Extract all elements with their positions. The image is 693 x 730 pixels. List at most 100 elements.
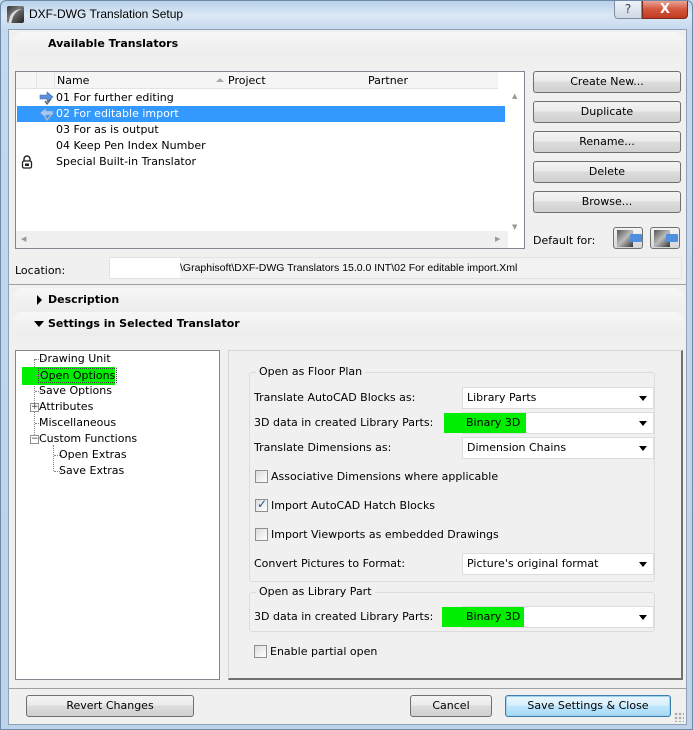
translator-name: 01 For further editing <box>56 91 174 104</box>
partial-open-label: Enable partial open <box>270 645 378 658</box>
partial-open-checkbox[interactable] <box>254 645 267 658</box>
list-item[interactable]: 04 Keep Pen Index Number <box>17 138 505 154</box>
convert-pictures-value: Picture's original format <box>467 557 599 570</box>
list-item[interactable]: 03 For as is output <box>17 122 505 138</box>
chevron-down-icon <box>639 562 647 567</box>
available-translators-header: Available Translators <box>13 32 683 56</box>
data-3d-value: Binary 3D <box>444 413 526 433</box>
tree-item-custom-functions[interactable]: Custom Functions <box>39 432 137 445</box>
translator-name: 02 For editable import <box>56 107 179 120</box>
location-path-field: \Graphisoft\DXF-DWG Translators 15.0.0 I… <box>109 257 682 279</box>
viewports-checkbox[interactable] <box>255 528 268 541</box>
sort-ascending-icon <box>216 78 224 82</box>
help-button[interactable]: ? <box>614 1 642 19</box>
lib-data-3d-dropdown[interactable]: Binary 3D <box>442 606 654 628</box>
list-item-selected[interactable]: 02 For editable import <box>17 106 505 122</box>
lock-icon <box>21 155 36 169</box>
arrow-right-check-icon <box>39 91 54 106</box>
cancel-button[interactable]: Cancel <box>410 695 492 717</box>
assoc-dims-label: Associative Dimensions where applicable <box>271 470 499 483</box>
floor-plan-group: Open as Floor Plan Translate AutoCAD Blo… <box>249 365 655 582</box>
convert-pictures-label: Convert Pictures to Format: <box>254 557 406 570</box>
section-divider <box>9 284 686 285</box>
tree-item-miscellaneous[interactable]: Miscellaneous <box>39 416 116 429</box>
open-options-panel: Open as Floor Plan Translate AutoCAD Blo… <box>228 350 683 680</box>
resize-grip[interactable] <box>674 712 684 722</box>
chevron-down-icon <box>639 615 647 620</box>
data-3d-dropdown[interactable]: Binary 3D <box>444 412 654 434</box>
close-button[interactable]: X <box>642 1 688 19</box>
translate-blocks-dropdown[interactable]: Library Parts <box>462 387 654 409</box>
save-settings-close-button[interactable]: Save Settings & Close <box>505 695 671 717</box>
tree-connector <box>53 445 54 471</box>
scroll-left-arrow-icon[interactable]: ◀ <box>21 235 26 243</box>
column-header-project[interactable]: Project <box>228 74 266 87</box>
expand-plus-icon[interactable]: + <box>30 403 39 412</box>
translator-list[interactable]: Name Project Partner 01 For further edit… <box>15 71 525 249</box>
create-new-button[interactable]: Create New... <box>533 71 681 93</box>
revert-changes-button[interactable]: Revert Changes <box>26 695 194 717</box>
default-for-open-button[interactable] <box>650 227 680 249</box>
translate-dims-label: Translate Dimensions as: <box>254 441 392 454</box>
arrow-right-icon <box>630 234 642 242</box>
expanded-triangle-icon <box>34 321 44 327</box>
column-header-partner[interactable]: Partner <box>368 74 408 87</box>
description-header[interactable]: Description <box>13 288 683 312</box>
settings-tree[interactable]: Drawing Unit Open Options Save Options +… <box>15 350 220 680</box>
delete-button[interactable]: Delete <box>533 161 681 183</box>
chevron-down-icon <box>639 421 647 426</box>
checkmark-icon: ✓ <box>257 497 268 511</box>
viewports-label: Import Viewports as embedded Drawings <box>271 528 499 541</box>
lib-data-3d-value: Binary 3D <box>442 607 524 627</box>
location-path: \Graphisoft\DXF-DWG Translators 15.0.0 I… <box>180 262 518 274</box>
duplicate-button[interactable]: Duplicate <box>533 101 681 123</box>
collapse-minus-icon[interactable]: − <box>30 435 39 444</box>
browse-button[interactable]: Browse... <box>533 191 681 213</box>
settings-header[interactable]: Settings in Selected Translator <box>13 312 683 336</box>
tree-item-drawing-unit[interactable]: Drawing Unit <box>39 352 111 365</box>
column-separator <box>36 72 37 89</box>
location-label: Location: <box>15 264 66 277</box>
translator-name: 04 Keep Pen Index Number <box>56 139 206 152</box>
list-item[interactable]: Special Built-in Translator <box>17 154 505 170</box>
window-title: DXF-DWG Translation Setup <box>29 7 184 21</box>
translate-dims-value: Dimension Chains <box>467 441 567 454</box>
horizontal-scrollbar[interactable]: ◀ ▶ <box>16 231 508 248</box>
tree-item-attributes[interactable]: Attributes <box>39 400 93 413</box>
library-part-group-title: Open as Library Part <box>256 585 375 598</box>
list-item[interactable]: 01 For further editing <box>17 90 505 106</box>
list-header: Name Project Partner <box>16 72 498 89</box>
vertical-scrollbar[interactable]: ▲ ▼ <box>507 89 524 233</box>
assoc-dims-checkbox[interactable] <box>255 470 268 483</box>
column-header-name[interactable]: Name <box>57 74 89 87</box>
default-for-save-button[interactable] <box>613 227 643 249</box>
collapsed-triangle-icon <box>37 295 42 305</box>
footer-divider <box>9 688 686 689</box>
tree-item-save-options[interactable]: Save Options <box>39 384 112 397</box>
tree-item-save-extras[interactable]: Save Extras <box>59 464 124 477</box>
archicad-app-icon <box>7 6 24 23</box>
data-3d-label: 3D data in created Library Parts: <box>254 416 434 429</box>
translator-name: 03 For as is output <box>56 123 159 136</box>
hatch-blocks-checkbox[interactable]: ✓ <box>255 497 268 512</box>
translate-dims-dropdown[interactable]: Dimension Chains <box>462 437 654 459</box>
lib-data-3d-label: 3D data in created Library Parts: <box>254 610 434 623</box>
tree-item-open-options[interactable]: Open Options <box>38 368 118 383</box>
hatch-blocks-label: Import AutoCAD Hatch Blocks <box>271 499 436 512</box>
tree-item-open-extras[interactable]: Open Extras <box>59 448 127 461</box>
convert-pictures-dropdown[interactable]: Picture's original format <box>462 553 654 575</box>
scroll-down-arrow-icon[interactable]: ▼ <box>512 223 517 231</box>
scroll-up-arrow-icon[interactable]: ▲ <box>512 92 517 100</box>
arrow-left-check-icon <box>39 107 54 122</box>
arrow-left-icon <box>666 234 678 242</box>
redacted-path-prefix <box>110 258 180 278</box>
chevron-down-icon <box>639 446 647 451</box>
description-title: Description <box>48 293 120 306</box>
translate-blocks-value: Library Parts <box>467 391 537 404</box>
translator-name: Special Built-in Translator <box>56 155 196 168</box>
title-bar: DXF-DWG Translation Setup ? X <box>1 1 692 29</box>
default-for-label: Default for: <box>533 234 596 247</box>
column-separator <box>54 72 55 89</box>
rename-button[interactable]: Rename... <box>533 131 681 153</box>
scroll-right-arrow-icon[interactable]: ▶ <box>495 235 500 243</box>
